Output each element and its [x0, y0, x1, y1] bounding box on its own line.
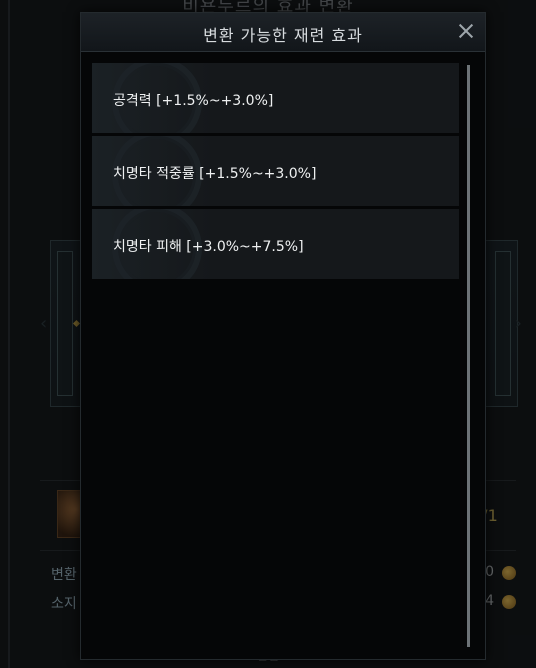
effect-selection-modal: 변환 가능한 재련 효과 공격력 [+1.5%~+3.0%] 치명타 적중률 […	[80, 12, 486, 660]
scrollbar[interactable]	[467, 65, 470, 647]
modal-header: 변환 가능한 재련 효과	[81, 13, 485, 52]
modal-title: 변환 가능한 재련 효과	[203, 26, 363, 45]
effect-option-crit-damage[interactable]: 치명타 피해 [+3.0%~+7.5%]	[92, 209, 459, 279]
effect-option-attack[interactable]: 공격력 [+1.5%~+3.0%]	[92, 63, 459, 133]
effect-option-crit-rate[interactable]: 치명타 적중률 [+1.5%~+3.0%]	[92, 136, 459, 206]
effect-option-label: 치명타 피해 [+3.0%~+7.5%]	[113, 239, 304, 255]
close-icon[interactable]	[455, 20, 477, 42]
effect-option-label: 공격력 [+1.5%~+3.0%]	[113, 93, 274, 109]
effect-option-label: 치명타 적중률 [+1.5%~+3.0%]	[113, 166, 317, 182]
effect-list: 공격력 [+1.5%~+3.0%] 치명타 적중률 [+1.5%~+3.0%] …	[92, 63, 459, 282]
